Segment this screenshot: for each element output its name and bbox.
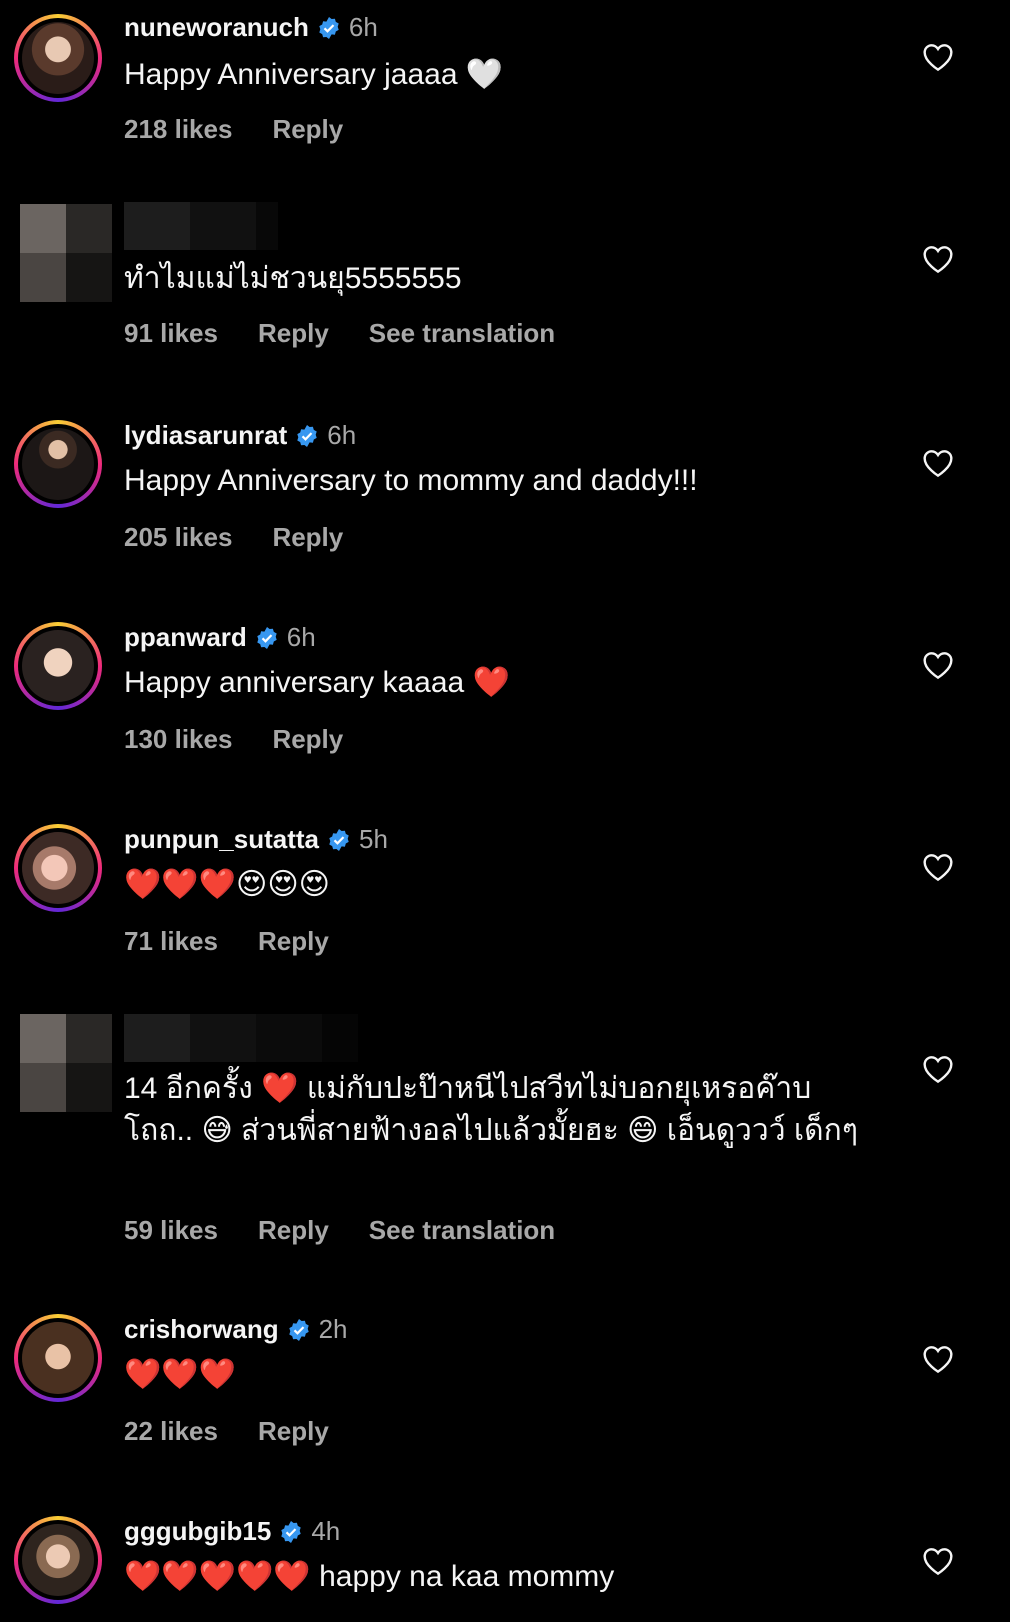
heart-outline-icon[interactable]: [922, 1546, 954, 1576]
heart-outline-icon[interactable]: [922, 1054, 954, 1084]
likes-count[interactable]: 59 likes: [124, 1215, 218, 1246]
avatar[interactable]: [14, 1516, 102, 1604]
verified-badge-icon: [288, 1318, 309, 1341]
avatar[interactable]: [20, 1014, 112, 1112]
heart-outline-icon[interactable]: [922, 650, 954, 680]
likes-count[interactable]: 130 likes: [124, 724, 232, 755]
heart-outline-icon[interactable]: [922, 244, 954, 274]
comment-time: 6h: [286, 622, 316, 652]
avatar[interactable]: [14, 14, 102, 102]
likes-count[interactable]: 91 likes: [124, 318, 218, 349]
comment-meta: 71 likes Reply: [124, 926, 329, 957]
username[interactable]: crishorwang: [124, 1314, 279, 1345]
comment-meta: 218 likes Reply: [124, 114, 343, 145]
reply-button[interactable]: Reply: [258, 318, 329, 349]
comment-text: Happy Anniversary to mommy and daddy!!!: [124, 464, 698, 497]
comment-header: lydiasarunrat 6h: [124, 420, 356, 451]
username[interactable]: gggubgib15: [124, 1516, 271, 1547]
username[interactable]: nuneworanuch: [124, 12, 309, 43]
avatar[interactable]: [14, 1314, 102, 1402]
comment-meta: 59 likes Reply See translation: [124, 1215, 555, 1246]
reply-button[interactable]: Reply: [258, 926, 329, 957]
comment-header: ppanward 6h: [124, 622, 316, 653]
likes-count[interactable]: 218 likes: [124, 114, 232, 145]
verified-badge-icon: [319, 16, 339, 39]
reply-button[interactable]: Reply: [272, 114, 343, 145]
avatar[interactable]: [14, 824, 102, 912]
comment-text: Happy Anniversary jaaaa 🤍: [124, 58, 504, 91]
comment-header: gggubgib15 4h: [124, 1516, 340, 1547]
username[interactable]: [124, 1014, 358, 1062]
verified-badge-icon: [297, 424, 317, 447]
likes-count[interactable]: 22 likes: [124, 1416, 218, 1447]
likes-count[interactable]: 205 likes: [124, 522, 232, 553]
comments-screen: { "comments": [ {"username":"nuneworanuc…: [0, 0, 1010, 1622]
heart-outline-icon[interactable]: [922, 448, 954, 478]
comment-meta: 22 likes Reply: [124, 1416, 329, 1447]
username[interactable]: ppanward: [124, 622, 247, 653]
comment-time: 6h: [327, 420, 357, 450]
heart-outline-icon[interactable]: [922, 42, 954, 72]
comment-text: ทำไมแม่ไม่ชวนยุ5555555: [124, 262, 462, 295]
comment-text: ❤️❤️❤️❤️❤️ happy na kaa mommy: [124, 1560, 615, 1593]
verified-badge-icon: [329, 828, 349, 851]
avatar[interactable]: [20, 204, 112, 302]
comment-time: 4h: [311, 1516, 341, 1546]
see-translation-link[interactable]: See translation: [369, 318, 555, 349]
heart-outline-icon[interactable]: [922, 1344, 954, 1374]
reply-button[interactable]: Reply: [258, 1416, 329, 1447]
username[interactable]: [124, 202, 278, 250]
comment-text: ❤️❤️❤️: [124, 1358, 237, 1391]
comment-time: 5h: [359, 824, 388, 854]
verified-badge-icon: [281, 1520, 302, 1543]
comment-text: Happy anniversary kaaaa ❤️: [124, 666, 510, 699]
verified-badge-icon: [257, 626, 277, 649]
comment-header: punpun_sutatta 5h: [124, 824, 388, 855]
comment-time: 2h: [318, 1314, 348, 1344]
avatar[interactable]: [14, 420, 102, 508]
username[interactable]: lydiasarunrat: [124, 420, 287, 451]
comment-meta: 91 likes Reply See translation: [124, 318, 555, 349]
reply-button[interactable]: Reply: [272, 522, 343, 553]
comment-header: nuneworanuch 6h: [124, 12, 378, 43]
reply-button[interactable]: Reply: [272, 724, 343, 755]
comment-time: 6h: [348, 12, 378, 42]
heart-outline-icon[interactable]: [922, 852, 954, 882]
comment-meta: 205 likes Reply: [124, 522, 343, 553]
username[interactable]: punpun_sutatta: [124, 824, 319, 855]
avatar[interactable]: [14, 622, 102, 710]
comment-text: ❤️❤️❤️😍😍😍: [124, 868, 330, 901]
comment-meta: 130 likes Reply: [124, 724, 343, 755]
comment-header: crishorwang 2h: [124, 1314, 348, 1345]
likes-count[interactable]: 71 likes: [124, 926, 218, 957]
reply-button[interactable]: Reply: [258, 1215, 329, 1246]
see-translation-link[interactable]: See translation: [369, 1215, 555, 1246]
comment-text: 14 อีกครั้ง ❤️ แม่กับปะป๊าหนีไปสวีทไม่บอ…: [124, 1072, 858, 1147]
